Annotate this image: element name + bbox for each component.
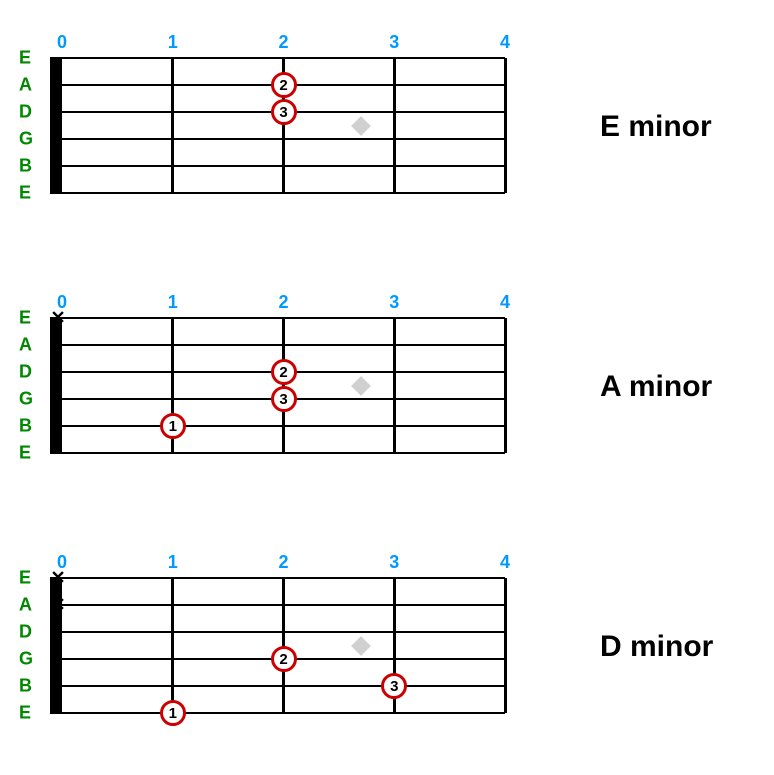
fret-number: 3 (389, 552, 399, 573)
chord-diagram: 01234EADGBE✕✕231D minor (45, 560, 575, 750)
fretboard-inlay-icon (351, 116, 371, 136)
string-line (50, 452, 505, 454)
string-line (50, 165, 505, 167)
fret-line (504, 58, 507, 193)
string-label: B (19, 676, 32, 697)
fret-number-row: 0 1 2 3 4 (45, 32, 575, 52)
string-label: B (19, 416, 32, 437)
fret-number: 1 (168, 292, 178, 313)
fret-number: 2 (278, 32, 288, 53)
mute-x-icon: ✕ (50, 595, 65, 616)
string-line (50, 577, 505, 579)
finger-marker: 3 (271, 386, 297, 412)
fret-number: 4 (500, 552, 510, 573)
mute-x-icon: ✕ (50, 308, 65, 329)
string-label: D (19, 622, 32, 643)
fret-number: 3 (389, 292, 399, 313)
string-line (50, 344, 505, 346)
string-label: E (19, 48, 31, 69)
fret-line (393, 58, 396, 193)
fret-number: 2 (278, 292, 288, 313)
fret-line (504, 578, 507, 713)
fret-line (171, 58, 174, 193)
fret-number: 4 (500, 292, 510, 313)
string-label: G (19, 649, 33, 670)
string-label: D (19, 362, 32, 383)
finger-marker: 1 (160, 413, 186, 439)
finger-marker: 3 (381, 673, 407, 699)
string-label: D (19, 102, 32, 123)
string-label: A (19, 75, 32, 96)
string-label: E (19, 308, 31, 329)
fret-number-row: 01234 (45, 552, 575, 572)
finger-marker: 2 (271, 359, 297, 385)
fret-number: 0 (57, 32, 67, 53)
string-line (50, 192, 505, 194)
chord-name: D minor (600, 630, 713, 664)
fretboard: ✕231 (50, 318, 505, 453)
string-label: G (19, 129, 33, 150)
string-line (50, 425, 505, 427)
fret-line (171, 578, 174, 713)
finger-marker: 3 (271, 99, 297, 125)
fret-number: 1 (168, 32, 178, 53)
string-label: G (19, 389, 33, 410)
fret-number: 1 (168, 552, 178, 573)
fret-number: 4 (500, 32, 510, 53)
fretboard: 23 (50, 58, 505, 193)
string-label: E (19, 703, 31, 724)
string-line (50, 604, 505, 606)
mute-x-icon: ✕ (50, 568, 65, 589)
string-line (50, 631, 505, 633)
string-label: E (19, 568, 31, 589)
chord-diagram: 01234EADGBE23E minor (45, 40, 575, 230)
string-line (50, 138, 505, 140)
string-label: A (19, 595, 32, 616)
finger-marker: 1 (160, 700, 186, 726)
string-line (50, 57, 505, 59)
fret-number-row: 01234 (45, 292, 575, 312)
fretboard-inlay-icon (351, 636, 371, 656)
fretboard: ✕✕231 (50, 578, 505, 713)
nut (50, 58, 62, 193)
string-label: B (19, 156, 32, 177)
fret-line (393, 318, 396, 453)
string-line (50, 712, 505, 714)
fret-number: 2 (278, 552, 288, 573)
fret-number: 3 (389, 32, 399, 53)
string-label: E (19, 443, 31, 464)
string-line (50, 317, 505, 319)
chord-diagram: 01234EADGBE✕231A minor (45, 300, 575, 490)
string-line (50, 685, 505, 687)
finger-marker: 2 (271, 646, 297, 672)
chord-name: A minor (600, 370, 712, 404)
string-label: A (19, 335, 32, 356)
fret-line (504, 318, 507, 453)
string-label: E (19, 183, 31, 204)
fretboard-inlay-icon (351, 376, 371, 396)
nut (50, 318, 62, 453)
chord-name: E minor (600, 110, 712, 144)
finger-marker: 2 (271, 72, 297, 98)
